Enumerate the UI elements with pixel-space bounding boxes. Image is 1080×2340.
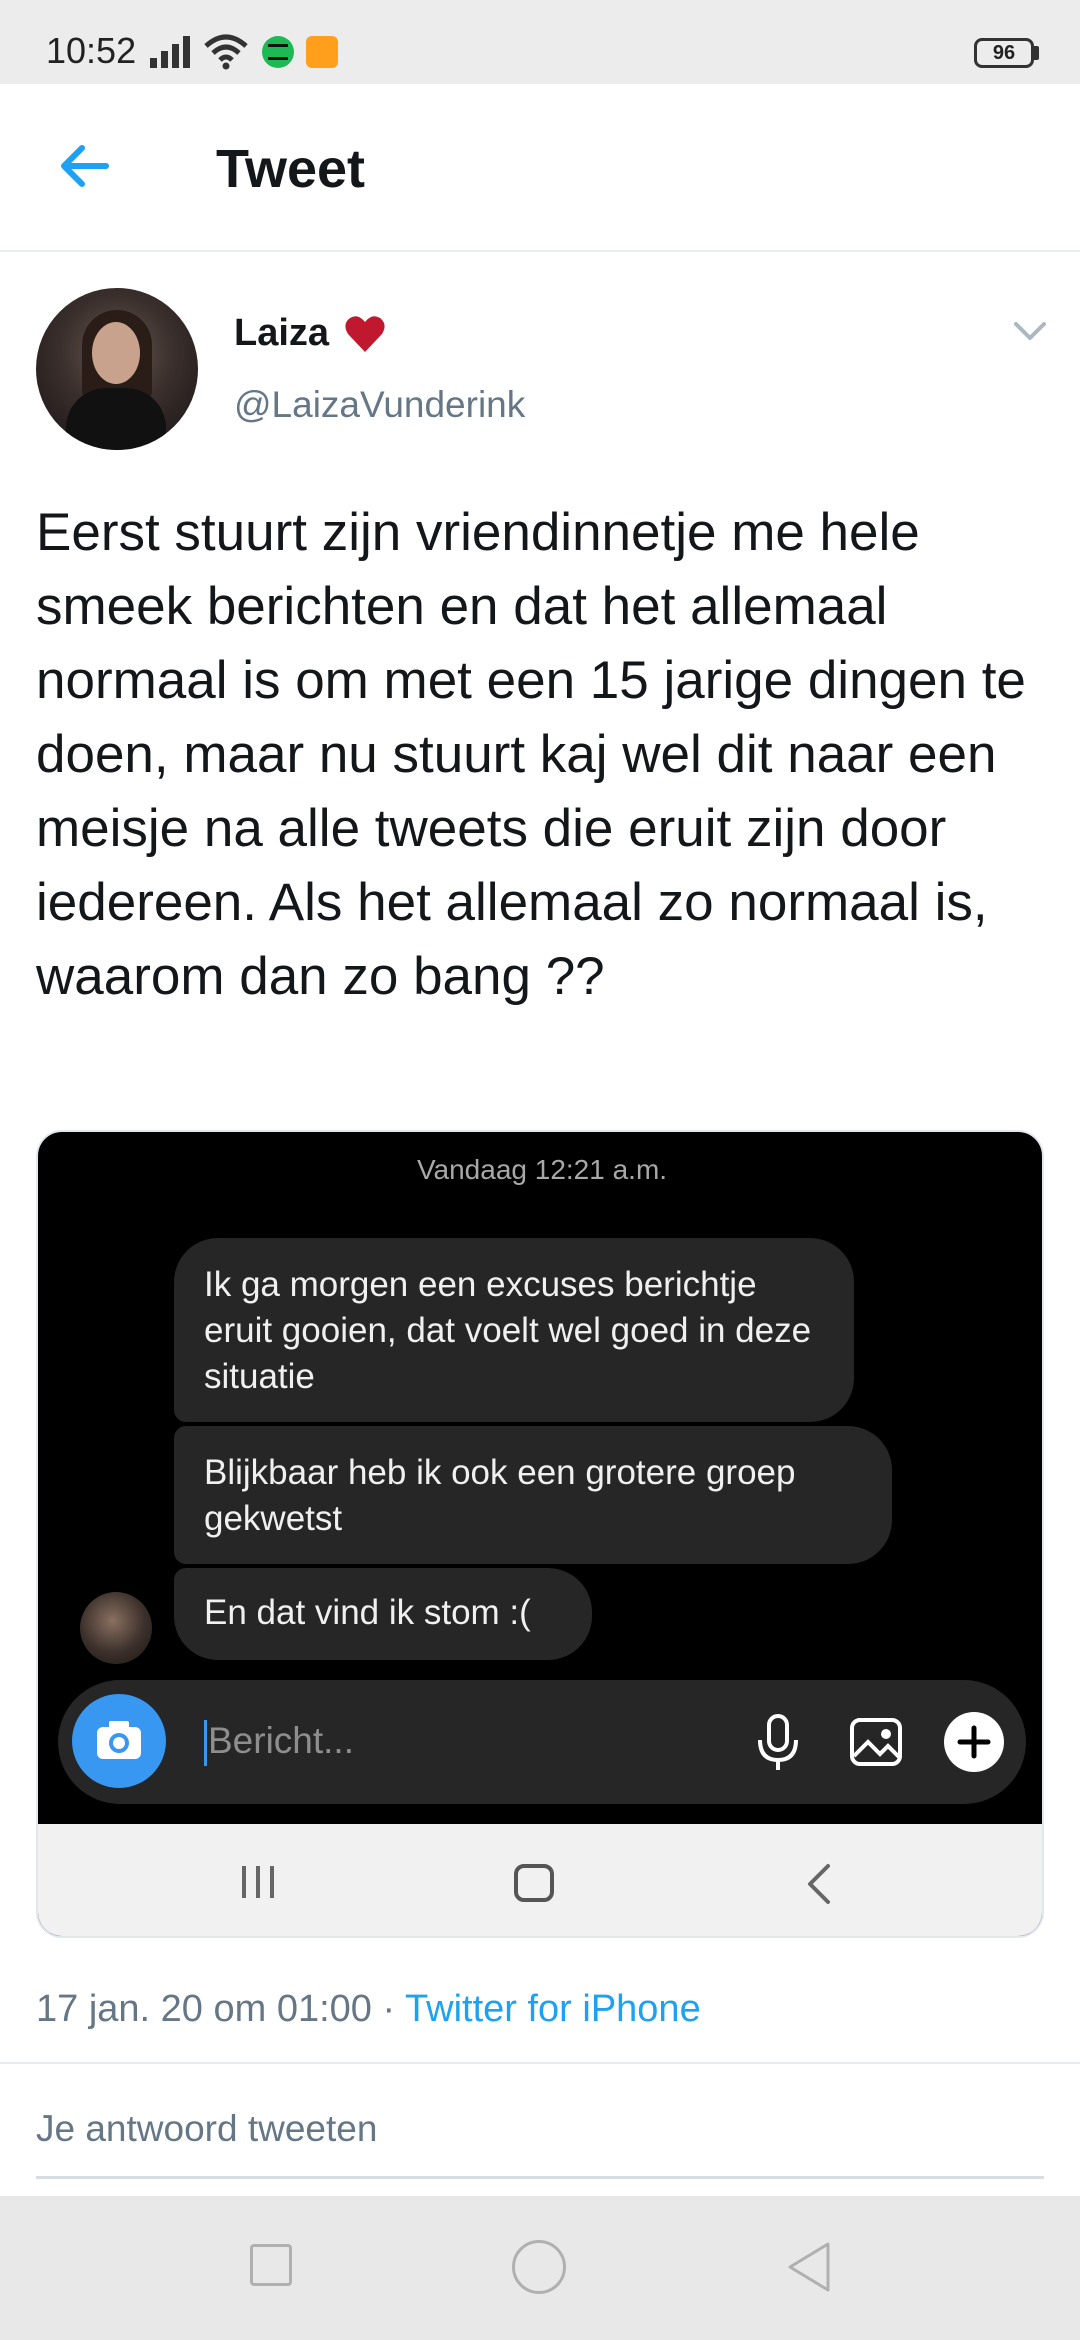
back-button[interactable] [784,2240,834,2294]
home-icon [514,1864,554,1902]
gallery-icon [850,1718,902,1766]
spotify-waves-icon [268,44,288,60]
battery-tip [1034,46,1039,60]
back-arrow-icon[interactable] [56,138,112,194]
dm-compose-bar: Bericht... [58,1680,1026,1804]
divider [0,2062,1080,2064]
text-caret [204,1720,207,1766]
status-bar: 10:52 96 [0,0,1080,84]
dm-compose-placeholder: Bericht... [208,1720,354,1761]
wifi-icon [204,34,248,70]
tweet-meta: 17 jan. 20 om 01:00 · Twitter for iPhone [36,1988,701,2031]
recents-icon [242,1866,274,1898]
author-avatar[interactable] [36,288,198,450]
battery-icon: 96 [974,38,1034,68]
dm-sender-avatar [80,1592,152,1664]
tweet-media-image[interactable]: Vandaag 12:21 a.m. Ik ga morgen een excu… [36,1130,1044,1938]
system-navigation-bar [0,2196,1080,2340]
tweet-timestamp: 17 jan. 20 om 01:00 [36,1988,372,2030]
author-handle[interactable]: @LaizaVunderink [234,384,525,426]
author-display-name[interactable]: Laiza [234,312,329,355]
reply-underline [36,2176,1044,2179]
tweet-source-link[interactable]: Twitter for iPhone [405,1988,701,2030]
meta-separator: · [371,1988,406,2030]
recents-button[interactable] [250,2244,292,2286]
heart-icon [345,316,385,352]
chevron-left-icon [808,1864,830,1904]
avatar-shirt [66,388,166,450]
microphone-icon [758,1714,798,1770]
signal-icon [150,36,190,68]
avatar-face [92,322,140,384]
camera-icon [72,1694,166,1788]
home-button[interactable] [512,2240,566,2294]
dm-timestamp: Vandaag 12:21 a.m. [416,1154,668,1185]
dm-message-bubble: Ik ga morgen een excuses berichtje eruit… [174,1238,854,1422]
dm-message-bubble: En dat vind ik stom :( [174,1568,592,1660]
page-title: Tweet [216,139,366,199]
dm-navigation-bar [38,1824,1042,1936]
dm-message-bubble: Blijkbaar heb ik ook een grotere groep g… [174,1426,892,1564]
chevron-down-icon[interactable] [1010,318,1050,346]
app-notification-icon [306,36,338,68]
reply-input[interactable]: Je antwoord tweeten [36,2108,377,2150]
app-header: Tweet [0,84,1080,252]
status-time: 10:52 [46,30,137,71]
plus-icon [944,1712,1004,1772]
tweet-text: Eerst stuurt zijn vriendinnetje me hele … [36,503,1026,1006]
